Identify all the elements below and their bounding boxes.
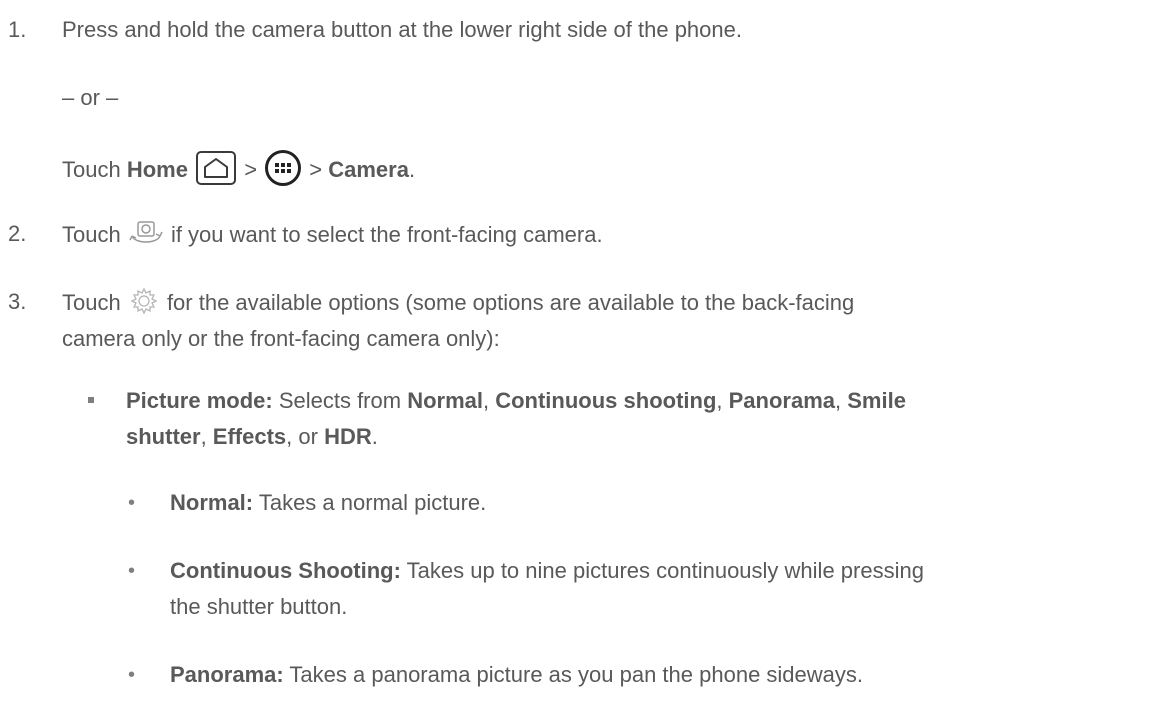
gt-separator-1: >: [238, 156, 264, 182]
comma: ,: [835, 388, 848, 413]
picture-mode-text: Selects from: [272, 388, 408, 413]
sub-item-text: Takes a normal picture.: [253, 490, 487, 515]
gt-separator-2: >: [303, 156, 329, 182]
gear-icon: [129, 286, 159, 316]
period: .: [408, 156, 416, 182]
sub-item-continuous: Continuous Shooting: Takes up to nine pi…: [170, 558, 924, 584]
comma: ,: [716, 388, 729, 413]
step-1-number: 1.: [8, 17, 27, 42]
option-hdr: HDR: [324, 424, 372, 449]
camera-label: Camera: [328, 156, 409, 182]
sub-item-label: Continuous Shooting:: [170, 558, 401, 583]
sub-item-text: Takes up to nine pictures continuously w…: [400, 558, 924, 583]
home-label: Home: [126, 156, 188, 182]
step-1-text: Press and hold the camera button at the …: [62, 17, 742, 42]
step-3-rest: for the available options (some options …: [160, 289, 855, 315]
or-separator: – or –: [62, 85, 119, 110]
touch-label: Touch: [62, 156, 127, 182]
dot-bullet: •: [128, 664, 136, 686]
sub-item-label: Normal:: [170, 490, 254, 515]
sub-item-panorama: Panorama: Takes a panorama picture as yo…: [170, 662, 863, 688]
step-3-text-line2: camera only or the front-facing camera o…: [62, 326, 500, 351]
option-smile: Smile: [847, 388, 906, 413]
dot-bullet: •: [128, 560, 136, 582]
step-2-text: Touch if you want to select the front-fa…: [62, 221, 603, 251]
comma: ,: [482, 388, 496, 413]
sub-item-normal: Normal: Takes a normal picture.: [170, 490, 486, 516]
picture-mode-line1: Picture mode: Selects from Normal, Conti…: [126, 388, 906, 414]
or-text: , or: [286, 424, 325, 449]
apps-icon: [265, 150, 302, 186]
home-icon: [196, 151, 237, 185]
option-effects: Effects: [212, 424, 287, 449]
dot-bullet: •: [128, 492, 136, 514]
step-3-text: Touch for the available options (some op…: [62, 286, 855, 319]
square-bullet: [88, 397, 94, 403]
step-2-rest: if you want to select the front-facing c…: [164, 221, 603, 247]
picture-mode-line2: shutter, Effects, or HDR.: [126, 424, 378, 450]
step-2-number: 2.: [8, 221, 27, 246]
picture-mode-label: Picture mode:: [126, 388, 273, 413]
sub-item-continuous-line2: the shutter button.: [170, 594, 348, 619]
comma: ,: [200, 424, 213, 449]
step-3-number: 3.: [8, 289, 27, 314]
period: .: [371, 424, 378, 449]
option-smile-cont: shutter: [126, 424, 201, 449]
switch-camera-icon: [129, 218, 163, 248]
option-panorama: Panorama: [728, 388, 836, 413]
step-1-alt-text: Touch Home > > Camera.: [62, 150, 416, 189]
sub-item-text: Takes a panorama picture as you pan the …: [283, 662, 864, 687]
option-continuous: Continuous shooting: [495, 388, 717, 413]
touch-label: Touch: [62, 221, 127, 247]
sub-item-label: Panorama:: [170, 662, 284, 687]
touch-label: Touch: [62, 289, 127, 315]
option-normal: Normal: [407, 388, 483, 413]
